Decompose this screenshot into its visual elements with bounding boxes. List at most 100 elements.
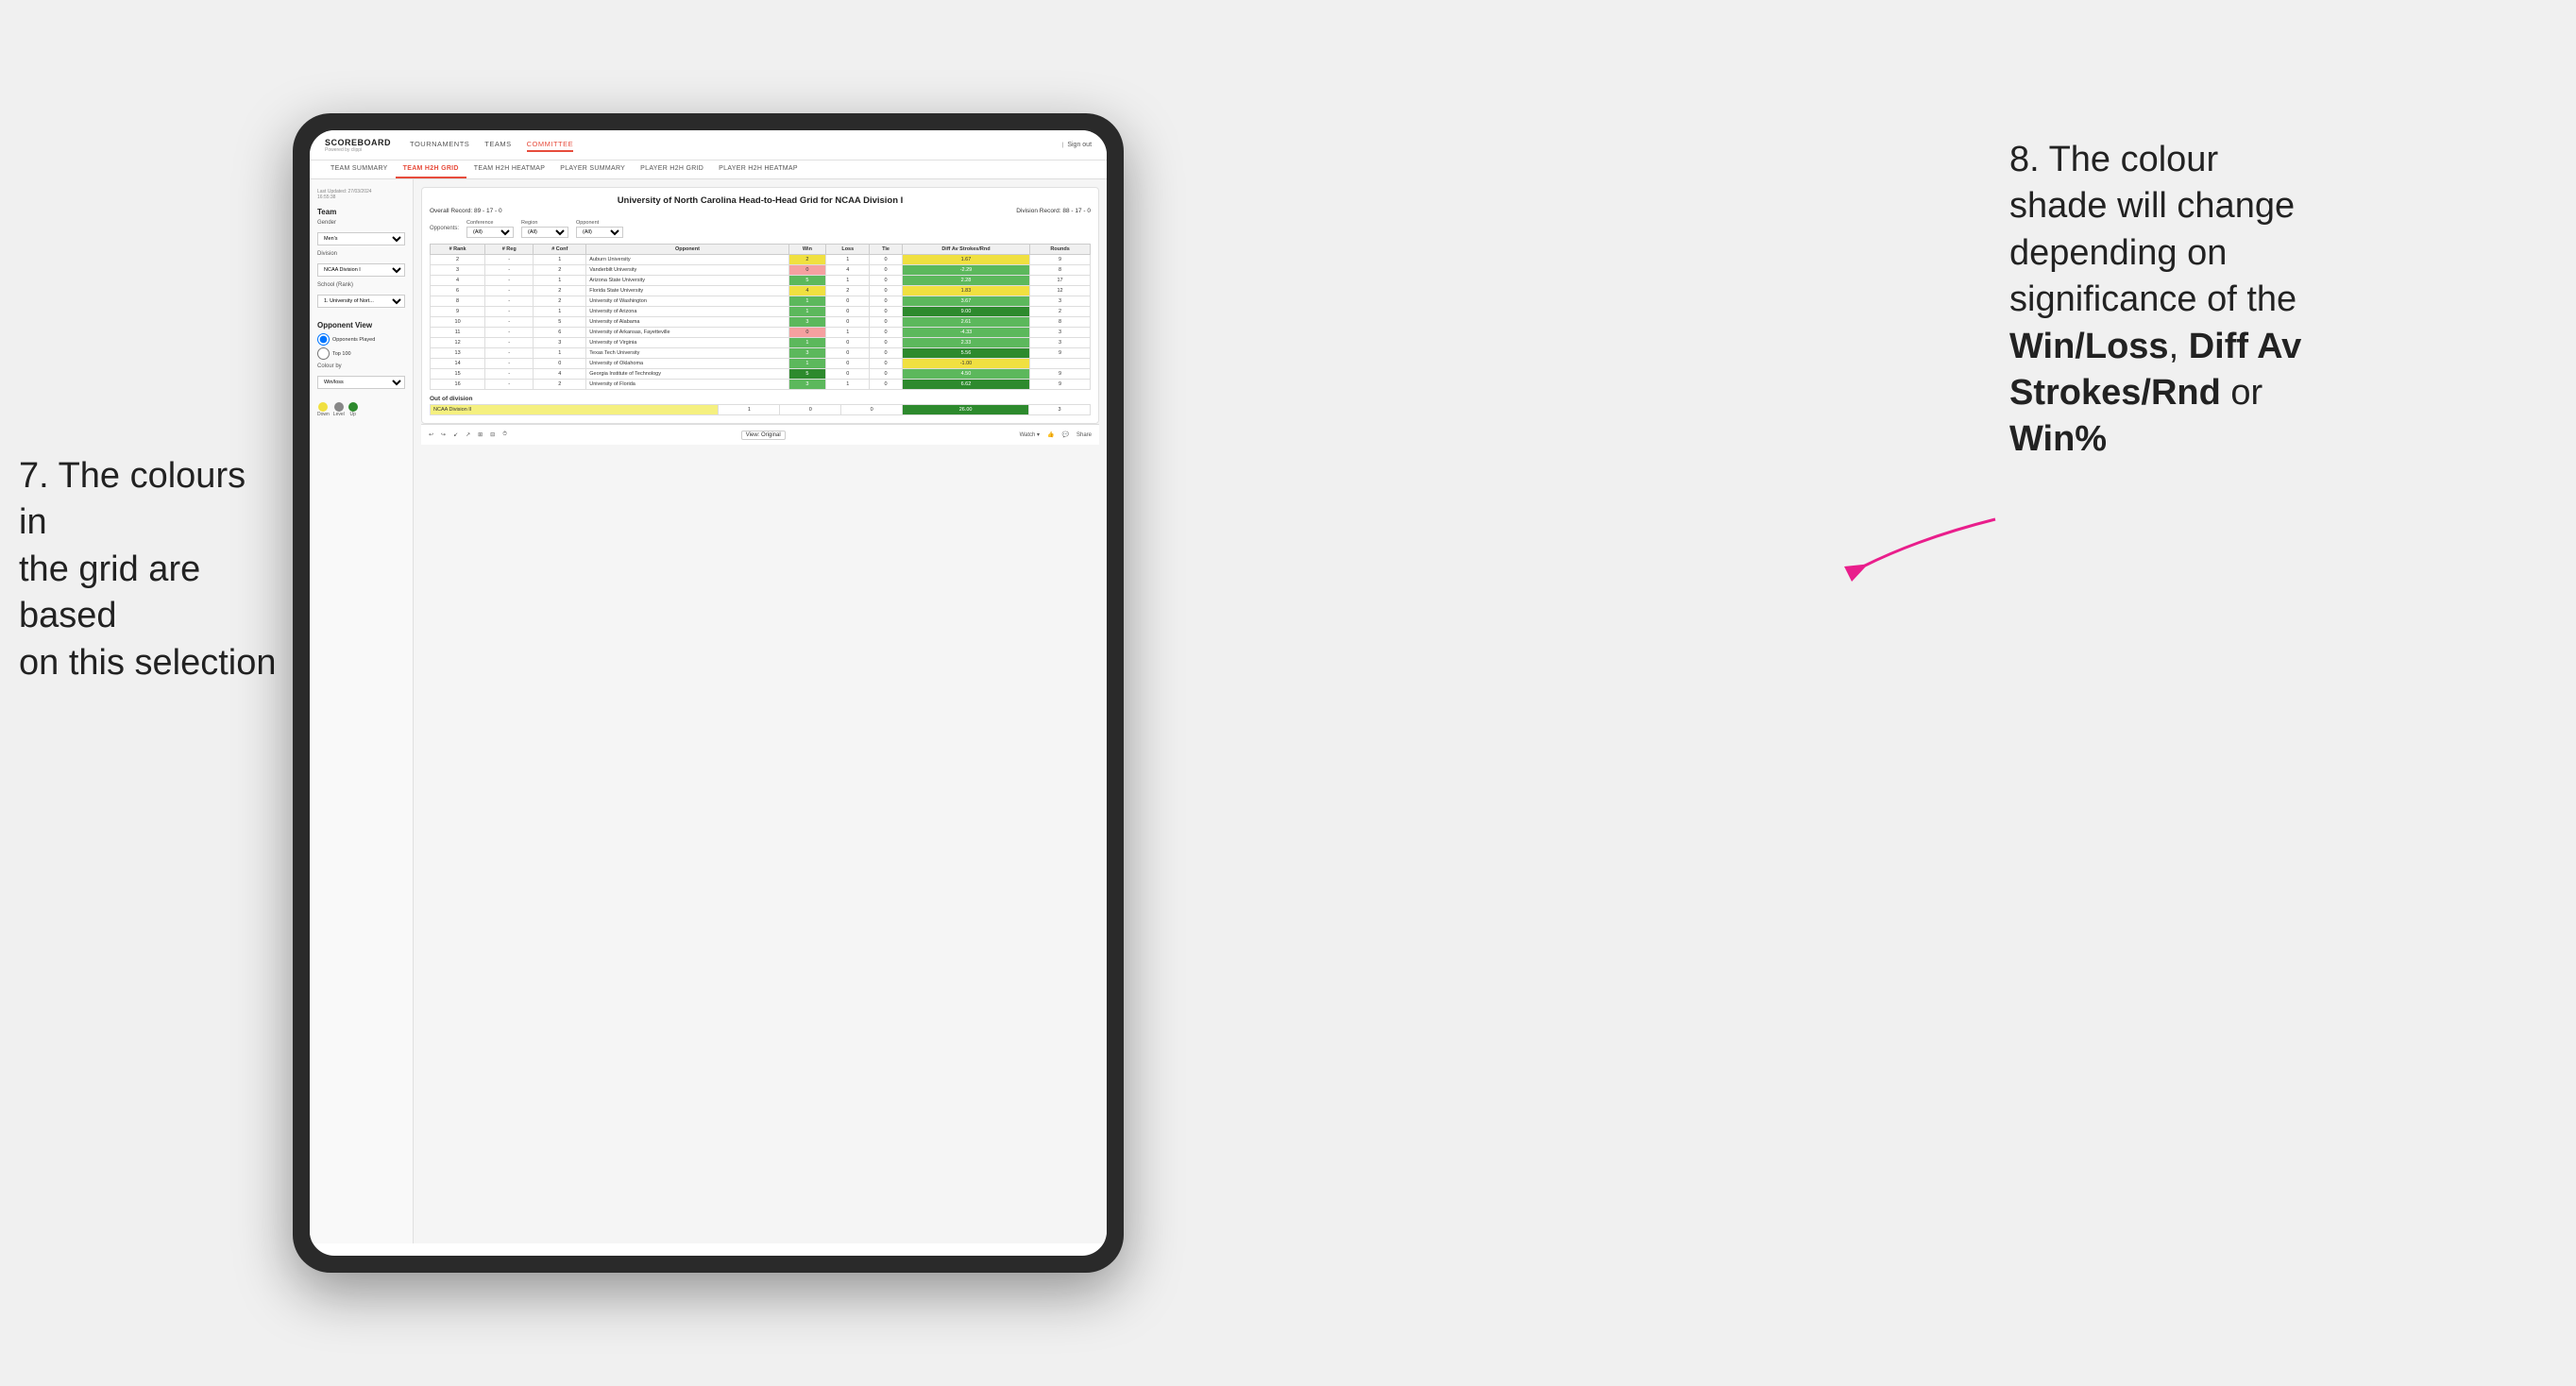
cell-reg: - <box>485 255 534 265</box>
table-row: 16 - 2 University of Florida 3 1 0 6.62 … <box>431 380 1091 390</box>
copy-button[interactable]: ⊞ <box>478 431 483 438</box>
cell-win: 1 <box>788 338 826 348</box>
back-button[interactable]: ↙ <box>453 431 458 438</box>
subnav-player-h2h-heatmap[interactable]: PLAYER H2H HEATMAP <box>711 161 805 178</box>
cell-loss: 0 <box>826 317 870 328</box>
subnav-player-h2h-grid[interactable]: PLAYER H2H GRID <box>633 161 711 178</box>
cell-tie: 0 <box>870 348 903 359</box>
view-original-button[interactable]: View: Original <box>741 431 786 440</box>
table-row: 13 - 1 Texas Tech University 3 0 0 5.56 … <box>431 348 1091 359</box>
conference-select[interactable]: (All) <box>466 227 514 238</box>
logo-area: SCOREBOARD Powered by clippi <box>325 138 391 153</box>
cell-rounds: 9 <box>1030 255 1091 265</box>
table-row: 8 - 2 University of Washington 1 0 0 3.6… <box>431 296 1091 307</box>
subnav-player-summary[interactable]: PLAYER SUMMARY <box>552 161 633 178</box>
cell-win: 3 <box>788 348 826 359</box>
cell-rounds: 3 <box>1030 328 1091 338</box>
cell-tie: 0 <box>870 276 903 286</box>
colour-by-select[interactable]: Win/loss <box>317 376 405 389</box>
cell-tie: 0 <box>870 380 903 390</box>
cell-win: 5 <box>788 369 826 380</box>
main-nav: TOURNAMENTS TEAMS COMMITTEE <box>410 138 736 152</box>
bottom-toolbar: ↩ ↪ ↙ ↗ ⊞ ⊟ ⏱ View: Original Watch ▾ 👍 💬… <box>421 424 1099 445</box>
table-row: 11 - 6 University of Arkansas, Fayettevi… <box>431 328 1091 338</box>
region-select[interactable]: (All) <box>521 227 568 238</box>
cell-conf: 3 <box>534 338 586 348</box>
cell-rounds: 9 <box>1030 380 1091 390</box>
left-annotation: 7. The colours in the grid are based on … <box>19 453 283 686</box>
cell-rank: 11 <box>431 328 485 338</box>
comment-button[interactable]: 💬 <box>1062 431 1069 438</box>
radio-top100[interactable]: Top 100 <box>317 347 405 360</box>
cell-reg: - <box>485 338 534 348</box>
cell-diff: 9.00 <box>902 307 1029 317</box>
cell-diff: 3.67 <box>902 296 1029 307</box>
redo-button[interactable]: ↪ <box>441 431 446 438</box>
cell-rank: 3 <box>431 265 485 276</box>
sign-out-button[interactable]: Sign out <box>1067 142 1092 148</box>
table-row: 14 - 0 University of Oklahoma 1 0 0 -1.0… <box>431 359 1091 369</box>
table-row: 15 - 4 Georgia Institute of Technology 5… <box>431 369 1091 380</box>
school-select[interactable]: 1. University of Nort... <box>317 295 405 308</box>
col-rank: # Rank <box>431 245 485 255</box>
right-bold-winloss: Win/Loss <box>2009 327 2169 366</box>
cell-opponent: Georgia Institute of Technology <box>586 369 788 380</box>
right-annotation: 8. The colour shade will change dependin… <box>2009 137 2557 464</box>
cell-opponent: University of Oklahoma <box>586 359 788 369</box>
thumbs-up-button[interactable]: 👍 <box>1047 431 1054 438</box>
out-of-division-table: NCAA Division II 1 0 0 26.00 3 <box>430 404 1091 415</box>
cell-loss: 0 <box>826 369 870 380</box>
watch-button[interactable]: Watch ▾ <box>1020 431 1040 438</box>
cell-tie: 0 <box>870 265 903 276</box>
cell-reg: - <box>485 348 534 359</box>
cell-diff: 6.62 <box>902 380 1029 390</box>
share-button[interactable]: Share <box>1076 432 1092 438</box>
cell-opponent: Arizona State University <box>586 276 788 286</box>
nav-committee[interactable]: COMMITTEE <box>527 138 574 152</box>
cell-opponent: University of Washington <box>586 296 788 307</box>
cell-win: 1 <box>788 359 826 369</box>
cell-conf: 1 <box>534 276 586 286</box>
filter-row: Opponents: Conference (All) Region (All) <box>430 220 1091 238</box>
cell-diff: 2.28 <box>902 276 1029 286</box>
cell-diff: 4.50 <box>902 369 1029 380</box>
region-filter: Region (All) <box>521 220 568 238</box>
cell-reg: - <box>485 307 534 317</box>
cell-win: 2 <box>788 255 826 265</box>
cell-conf: 2 <box>534 265 586 276</box>
app-header: SCOREBOARD Powered by clippi TOURNAMENTS… <box>310 130 1107 161</box>
cell-reg: - <box>485 328 534 338</box>
paste-button[interactable]: ⊟ <box>490 431 495 438</box>
gender-select[interactable]: Men's <box>317 232 405 245</box>
table-row: 4 - 1 Arizona State University 5 1 0 2.2… <box>431 276 1091 286</box>
col-tie: Tie <box>870 245 903 255</box>
nav-tournaments[interactable]: TOURNAMENTS <box>410 138 469 152</box>
subnav-team-summary[interactable]: TEAM SUMMARY <box>323 161 396 178</box>
ncaa-div2-tie: 0 <box>841 405 903 415</box>
forward-button[interactable]: ↗ <box>466 431 470 438</box>
subnav-team-h2h-heatmap[interactable]: TEAM H2H HEATMAP <box>466 161 552 178</box>
cell-rank: 9 <box>431 307 485 317</box>
cell-rank: 6 <box>431 286 485 296</box>
out-of-division-header: Out of division <box>430 396 1091 402</box>
division-select[interactable]: NCAA Division I <box>317 263 405 277</box>
sub-nav: TEAM SUMMARY TEAM H2H GRID TEAM H2H HEAT… <box>310 161 1107 179</box>
table-row: 9 - 1 University of Arizona 1 0 0 9.00 2 <box>431 307 1091 317</box>
cell-opponent: University of Arkansas, Fayetteville <box>586 328 788 338</box>
nav-teams[interactable]: TEAMS <box>484 138 511 152</box>
cell-diff: -1.00 <box>902 359 1029 369</box>
radio-opponents-played[interactable]: Opponents Played <box>317 333 405 346</box>
cell-reg: - <box>485 359 534 369</box>
last-updated: Last Updated: 27/03/2024 16:55:38 <box>317 189 405 200</box>
cell-rank: 2 <box>431 255 485 265</box>
subnav-team-h2h-grid[interactable]: TEAM H2H GRID <box>396 161 466 178</box>
cell-conf: 4 <box>534 369 586 380</box>
gender-label: Gender <box>317 220 405 226</box>
opponent-select[interactable]: (All) <box>576 227 623 238</box>
cell-conf: 1 <box>534 255 586 265</box>
grid-title: University of North Carolina Head-to-Hea… <box>430 195 1091 206</box>
undo-button[interactable]: ↩ <box>429 431 433 438</box>
grid-records: Overall Record: 89 - 17 - 0 Division Rec… <box>430 208 1091 214</box>
clock-button[interactable]: ⏱ <box>502 431 507 438</box>
cell-loss: 0 <box>826 359 870 369</box>
